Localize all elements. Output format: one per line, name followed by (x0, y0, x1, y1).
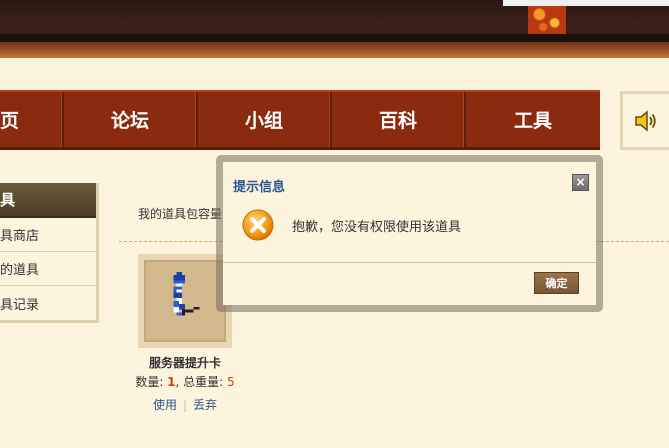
action-separator: | (182, 398, 188, 412)
sidebar-title: 具 (0, 183, 96, 218)
error-x-icon (242, 209, 274, 241)
nav-item-groups[interactable]: 小组 (198, 92, 332, 147)
header-banner (0, 0, 669, 64)
lava-block-image (528, 6, 566, 34)
sidebar-item-my-items[interactable]: 的道具 (0, 252, 96, 286)
dialog-divider (223, 262, 596, 263)
sidebar-item-shop[interactable]: 具商店 (0, 218, 96, 252)
dialog-title: 提示信息 (233, 180, 286, 195)
item-quantity-value: 1 (167, 375, 176, 389)
item-weight-value: 5 (227, 375, 235, 389)
sidebar: 具 具商店 的道具 具记录 (0, 183, 99, 323)
nav-item-home[interactable]: 页 (0, 92, 64, 147)
main-nav: 页 论坛 小组 百科 工具 (0, 90, 600, 150)
discard-item-link[interactable]: 丢弃 (193, 398, 217, 412)
close-icon[interactable]: × (572, 174, 589, 191)
nav-item-wiki[interactable]: 百科 (332, 92, 466, 147)
speaker-icon (635, 109, 656, 132)
ok-button[interactable]: 确定 (534, 272, 579, 294)
item-actions: 使用 | 丢弃 (138, 396, 232, 413)
dialog-message: 抱歉，您没有权限使用该道具 (292, 220, 462, 235)
nav-item-forum[interactable]: 论坛 (64, 92, 198, 147)
item-quantity: 数量: 1, 总重量: 5 (135, 375, 235, 389)
nav-item-tools[interactable]: 工具 (466, 92, 600, 147)
item-name: 服务器提升卡 (148, 356, 221, 370)
use-item-link[interactable]: 使用 (153, 398, 177, 412)
sound-toggle-button[interactable] (620, 91, 669, 150)
capacity-label: 我的道具包容量 (138, 207, 223, 221)
sidebar-item-log[interactable]: 具记录 (0, 286, 96, 320)
info-dialog: 提示信息 × 抱歉，您没有权限使用该道具 确定 (223, 162, 596, 305)
modal-overlay-frame: 提示信息 × 抱歉，您没有权限使用该道具 确定 (216, 155, 603, 312)
firework-item-icon (173, 272, 200, 316)
